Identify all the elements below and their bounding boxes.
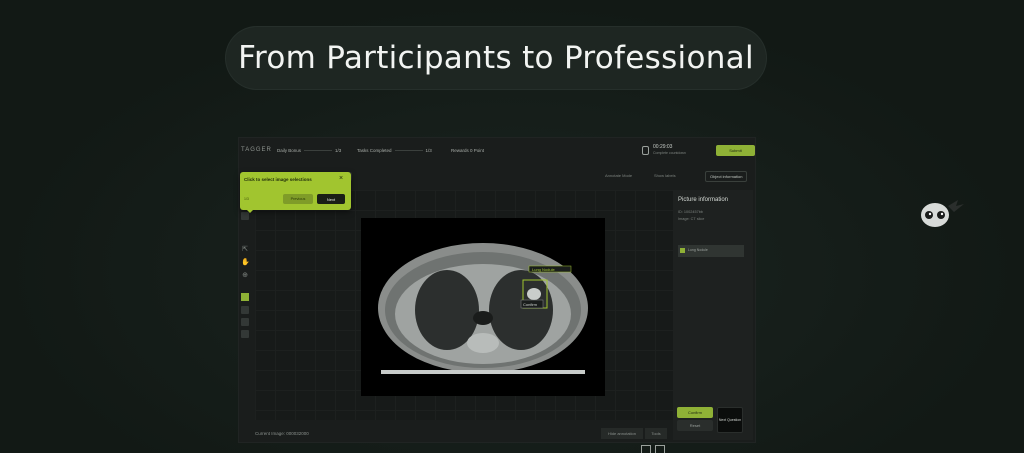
popup-step: 1/3 — [244, 197, 249, 201]
stat-value: 0 Point — [470, 148, 485, 153]
top-bar: TAGGER Daily Bonus 1/3 Tasks Completed 1/3… — [239, 138, 757, 164]
annotation-box-tag: Confirm — [523, 302, 538, 307]
progress-bar — [394, 150, 423, 152]
annotate-mode-toggle[interactable]: Annotate Mode — [605, 173, 632, 178]
reset-view-icon[interactable] — [655, 445, 665, 453]
next-button[interactable]: Next — [317, 194, 345, 204]
layer-icon[interactable] — [241, 306, 249, 314]
hand-icon[interactable]: ✋ — [241, 259, 250, 267]
stat-daily-bonus: Daily Bonus 1/3 — [277, 148, 341, 153]
color-swatch-icon[interactable] — [241, 293, 249, 301]
lock-icon — [642, 146, 649, 155]
label-list-item[interactable]: Lung Nodule — [678, 245, 744, 257]
mascot-icon — [918, 194, 966, 230]
reset-button[interactable]: Reset — [677, 420, 713, 431]
stat-label: Tasks Completed — [357, 148, 392, 153]
image-canvas[interactable]: Lung Nodule Confirm — [255, 190, 686, 453]
onboarding-popup: Click to select image selections × 1/3 P… — [240, 172, 351, 213]
picture-info-panel: Picture information ID: 1002457bb Image:… — [673, 190, 753, 440]
left-toolbar: ⇱ ✋ ⊕ — [239, 198, 251, 428]
stat-label: Rewards — [451, 148, 469, 153]
popup-title: Click to select image selections — [244, 177, 312, 182]
submit-button[interactable]: Submit — [716, 145, 755, 156]
ct-scan-image: Lung Nodule Confirm — [361, 218, 605, 396]
label-item-text: Lung Nodule — [688, 248, 708, 252]
object-information-button[interactable]: Object information — [705, 171, 748, 182]
pointer-icon[interactable]: ⇱ — [241, 246, 249, 254]
next-question-button[interactable]: Next Question — [717, 407, 743, 433]
panel-title: Picture information — [678, 197, 729, 203]
popup-arrow — [246, 209, 254, 213]
canvas-tools — [641, 442, 675, 453]
info-line: ID: 1002457bb — [678, 210, 703, 214]
tools-button[interactable]: Tools — [645, 428, 667, 439]
layer-icon[interactable] — [241, 330, 249, 338]
current-image-label: Current Image: 000032000 — [255, 431, 309, 436]
zoom-icon[interactable]: ⊕ — [241, 272, 249, 280]
countdown-timer: 00:29:03 Complete countdown — [653, 144, 686, 155]
timer-value: 00:29:03 — [653, 144, 673, 150]
ct-scan-svg: Lung Nodule Confirm — [378, 243, 588, 374]
confirm-button[interactable]: Confirm — [677, 407, 713, 418]
timer-caption: Complete countdown — [653, 151, 686, 155]
progress-bar — [304, 150, 333, 152]
close-icon[interactable]: × — [339, 175, 343, 182]
label-color-icon — [680, 248, 685, 253]
stat-tasks-completed: Tasks Completed 1/3 — [357, 148, 432, 153]
stat-label: Daily Bonus — [277, 148, 302, 153]
stat-value: 1/3 — [425, 148, 432, 153]
show-labels-toggle[interactable]: Show labels — [654, 173, 676, 178]
fit-screen-icon[interactable] — [641, 445, 651, 453]
headline: From Participants to Professional — [226, 27, 766, 89]
tool-rect-icon[interactable] — [241, 212, 249, 220]
footer-bar: Current Image: 000032000 Hide annotation… — [239, 428, 673, 442]
layer-icon[interactable] — [241, 318, 249, 326]
stat-rewards: Rewards 0 Point — [451, 148, 484, 153]
annotation-box-label: Lung Nodule — [532, 267, 555, 272]
previous-button[interactable]: Previous — [283, 194, 313, 204]
stat-value: 1/3 — [335, 148, 342, 153]
info-line: Image: CT slice — [678, 217, 705, 221]
hide-annotation-button[interactable]: Hide annotation — [601, 428, 643, 439]
app-logo: TAGGER — [241, 147, 272, 153]
